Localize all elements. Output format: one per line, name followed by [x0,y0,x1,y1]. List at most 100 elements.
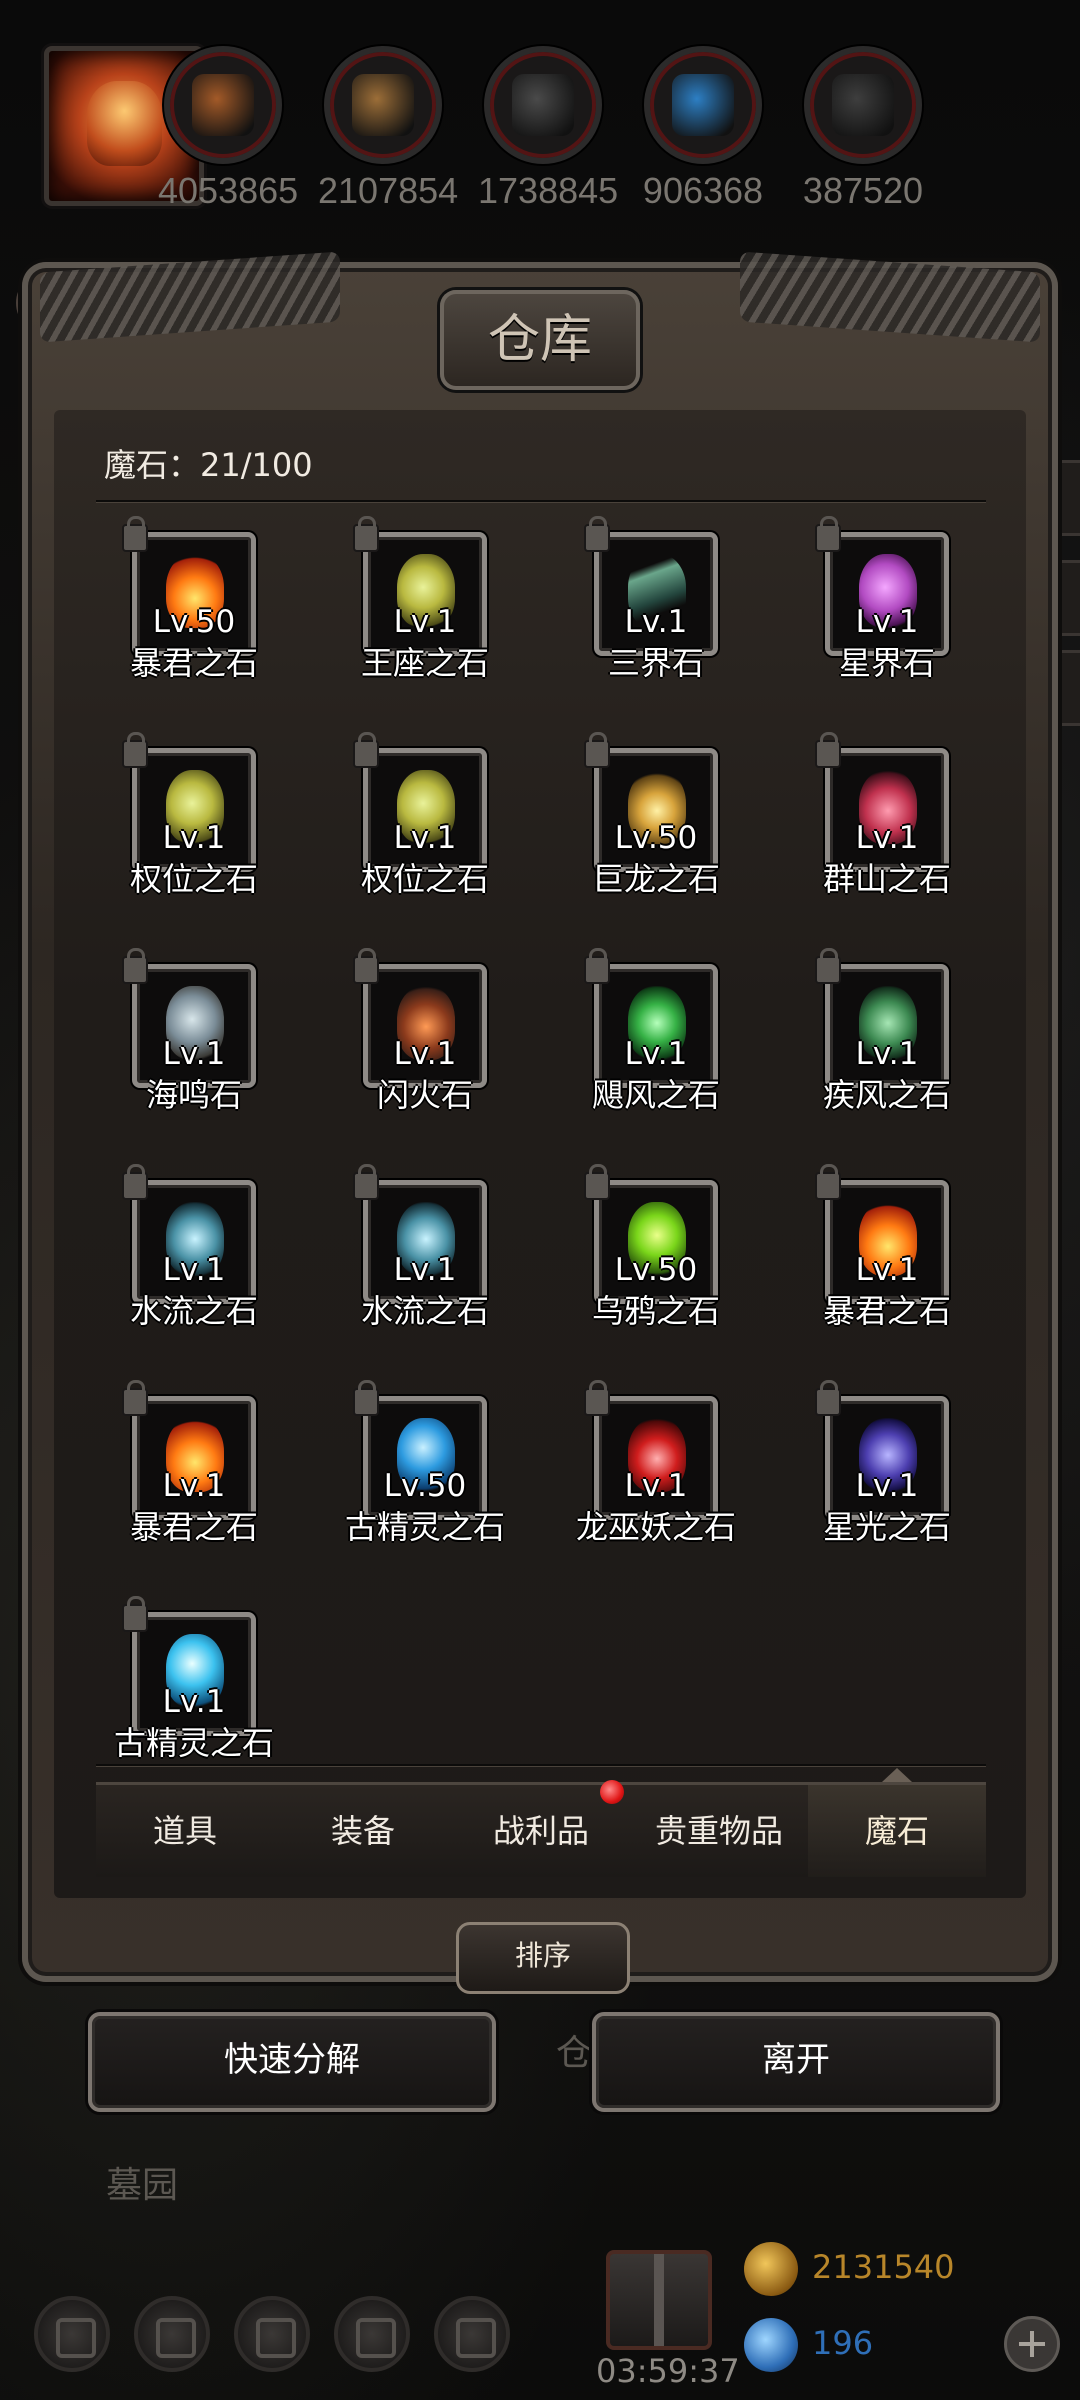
resource-wood-log[interactable]: 4053865 [158,46,299,212]
stone-slot[interactable]: Lv.1 龙巫妖之石 [546,1380,766,1596]
lock-icon [815,948,841,984]
stone-name: 权位之石 [129,860,258,898]
gift-timer: 03:59:37 [596,2352,740,2390]
stone-slot[interactable]: Lv.1 暴君之石 [84,1380,304,1596]
stone-level: Lv.1 [393,1252,457,1288]
stone-slot[interactable]: Lv.1 权位之石 [315,732,535,948]
stone-capacity-label: 魔石：21/100 [104,446,313,484]
stone-level: Lv.1 [855,1036,919,1072]
stone-name: 三界石 [607,644,704,682]
lock-icon [122,948,148,984]
tab-3[interactable]: 贵重物品 [630,1785,808,1877]
resource-dark-ingot[interactable]: 387520 [798,46,928,212]
guild-banner-icon[interactable] [234,2296,310,2372]
resource-ring [324,46,442,164]
tab-0[interactable]: 道具 [96,1785,274,1877]
lock-icon [353,948,379,984]
lock-icon [122,516,148,552]
stone-name: 飓风之石 [591,1076,720,1114]
stone-slot[interactable]: Lv.50 巨龙之石 [546,732,766,948]
lock-icon [122,732,148,768]
stone-name: 乌鸦之石 [591,1292,720,1330]
resource-ring [484,46,602,164]
stone-slot[interactable]: Lv.1 闪火石 [315,948,535,1164]
stone-name: 龙巫妖之石 [575,1508,736,1546]
lock-icon [122,1596,148,1632]
avatar-portrait-icon [87,81,162,166]
background-building-label: 仓 [556,2033,593,2074]
stone-slot[interactable]: Lv.1 暴君之石 [777,1164,997,1380]
stone-slot[interactable]: Lv.1 三界石 [546,516,766,732]
stone-slot[interactable]: Lv.50 古精灵之石 [315,1380,535,1596]
stone-name: 古精灵之石 [344,1508,505,1546]
tab-4[interactable]: 魔石 [808,1785,986,1877]
stone-level: Lv.1 [855,1468,919,1504]
achievement-star-icon[interactable] [134,2296,210,2372]
tab-1[interactable]: 装备 [274,1785,452,1877]
resource-count: 1738845 [478,170,619,211]
lock-icon [353,516,379,552]
lock-icon [584,948,610,984]
stone-level: Lv.1 [855,1252,919,1288]
dark-ingot-icon [832,74,894,136]
quick-decompose-button[interactable]: 快速分解 [88,2012,496,2112]
stone-slot[interactable]: Lv.1 王座之石 [315,516,535,732]
stone-slot[interactable]: Lv.50 乌鸦之石 [546,1164,766,1380]
resource-wooden-plank[interactable]: 2107854 [318,46,458,212]
graveyard-label[interactable]: 墓园 [106,2156,178,2208]
lock-icon [353,732,379,768]
lock-icon [584,1164,610,1200]
mail-icon[interactable] [334,2296,410,2372]
leave-button[interactable]: 离开 [592,2012,1000,2112]
lock-icon [122,1164,148,1200]
gold-coin-icon [744,2242,798,2296]
stone-slot[interactable]: Lv.1 海鸣石 [84,948,304,1164]
resource-ring [164,46,282,164]
stone-name: 古精灵之石 [113,1724,274,1762]
gem-currency: 196 [744,2318,984,2372]
resource-ring [644,46,762,164]
lock-icon [122,1380,148,1416]
wooden-plank-icon [352,74,414,136]
stone-name: 海鸣石 [145,1076,242,1114]
stone-slot[interactable]: Lv.1 飓风之石 [546,948,766,1164]
stone-name: 闪火石 [376,1076,473,1114]
stone-slot[interactable]: Lv.50 暴君之石 [84,516,304,732]
add-currency-plus-icon[interactable] [1004,2316,1060,2372]
stone-slot[interactable]: Lv.1 权位之石 [84,732,304,948]
stone-name: 巨龙之石 [591,860,720,898]
gold-amount: 2131540 [812,2248,955,2286]
stone-name: 暴君之石 [129,644,258,682]
stone-slot[interactable]: Lv.1 群山之石 [777,732,997,948]
resource-count: 4053865 [158,170,299,211]
sort-button[interactable]: 排序 [456,1922,630,1994]
stone-slot[interactable]: Lv.1 疾风之石 [777,948,997,1164]
stone-level: Lv.1 [162,1468,226,1504]
resource-iron-ingot[interactable]: 1738845 [478,46,619,212]
stone-slot[interactable]: Lv.1 水流之石 [84,1164,304,1380]
stone-slot[interactable]: Lv.1 星界石 [777,516,997,732]
header-divider [96,500,986,502]
footer-divider [96,1764,986,1766]
stone-level: Lv.1 [855,820,919,856]
resource-ring [804,46,922,164]
gem-amount: 196 [812,2324,874,2362]
stone-level: Lv.50 [383,1468,467,1504]
settings-gear-icon[interactable] [34,2296,110,2372]
resource-blue-crystal[interactable]: 906368 [638,46,768,212]
blue-crystal-icon [672,74,734,136]
stone-name: 疾风之石 [822,1076,951,1114]
stone-name: 权位之石 [360,860,489,898]
stone-name: 水流之石 [129,1292,258,1330]
lock-icon [815,732,841,768]
gift-box-icon[interactable] [606,2250,712,2350]
resource-count: 387520 [802,170,924,211]
stone-slot[interactable]: Lv.1 水流之石 [315,1164,535,1380]
stone-level: Lv.1 [624,1468,688,1504]
shop-icon[interactable] [434,2296,510,2372]
gold-currency: 2131540 [744,2242,984,2296]
stone-level: Lv.1 [393,604,457,640]
stone-level: Lv.1 [162,1684,226,1720]
active-tab-marker [882,1768,912,1782]
stone-slot[interactable]: Lv.1 星光之石 [777,1380,997,1596]
